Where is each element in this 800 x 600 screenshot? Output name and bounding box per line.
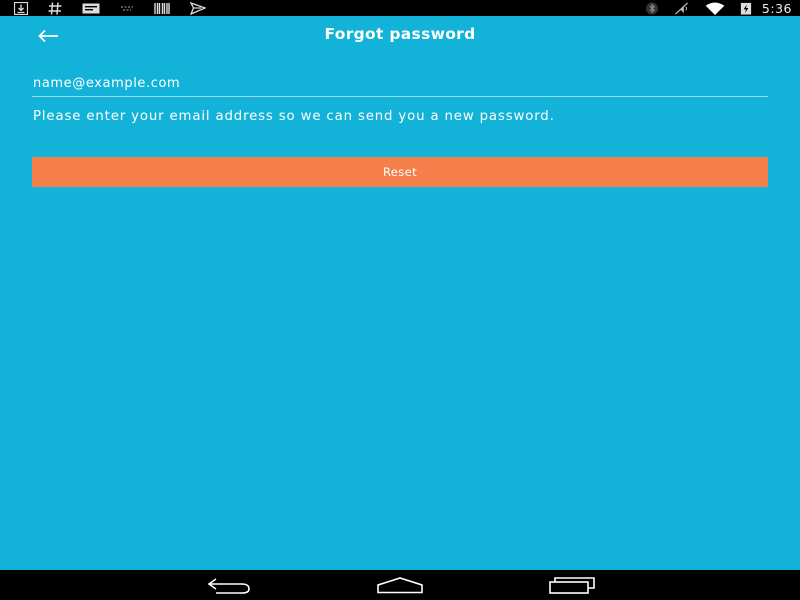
clock: 5:36 xyxy=(761,0,792,16)
email-input[interactable] xyxy=(32,74,768,97)
message-icon xyxy=(82,3,100,13)
back-nav-icon[interactable] xyxy=(206,576,252,594)
page-title: Forgot password xyxy=(324,25,476,43)
battery-charging-icon xyxy=(740,2,752,15)
recents-nav-icon[interactable] xyxy=(549,576,595,594)
navigation-bar xyxy=(0,570,800,600)
download-icon xyxy=(14,1,28,15)
signal-dots-icon xyxy=(121,5,133,11)
vibrate-icon xyxy=(675,1,688,15)
system-icons: 5:36 xyxy=(644,0,800,16)
status-bar: 5:36 xyxy=(0,0,800,16)
send-icon xyxy=(190,1,206,15)
bluetooth-icon xyxy=(645,1,658,15)
instructions-text: Please enter your email address so we ca… xyxy=(33,109,555,124)
hashtag-icon xyxy=(48,1,62,15)
home-nav-icon[interactable] xyxy=(376,576,424,594)
barcode-icon xyxy=(154,2,170,14)
wifi-icon xyxy=(705,1,725,15)
reset-button[interactable]: Reset xyxy=(32,157,768,187)
forgot-password-screen: Forgot password Please enter your email … xyxy=(0,16,800,570)
notification-icons xyxy=(14,1,226,15)
